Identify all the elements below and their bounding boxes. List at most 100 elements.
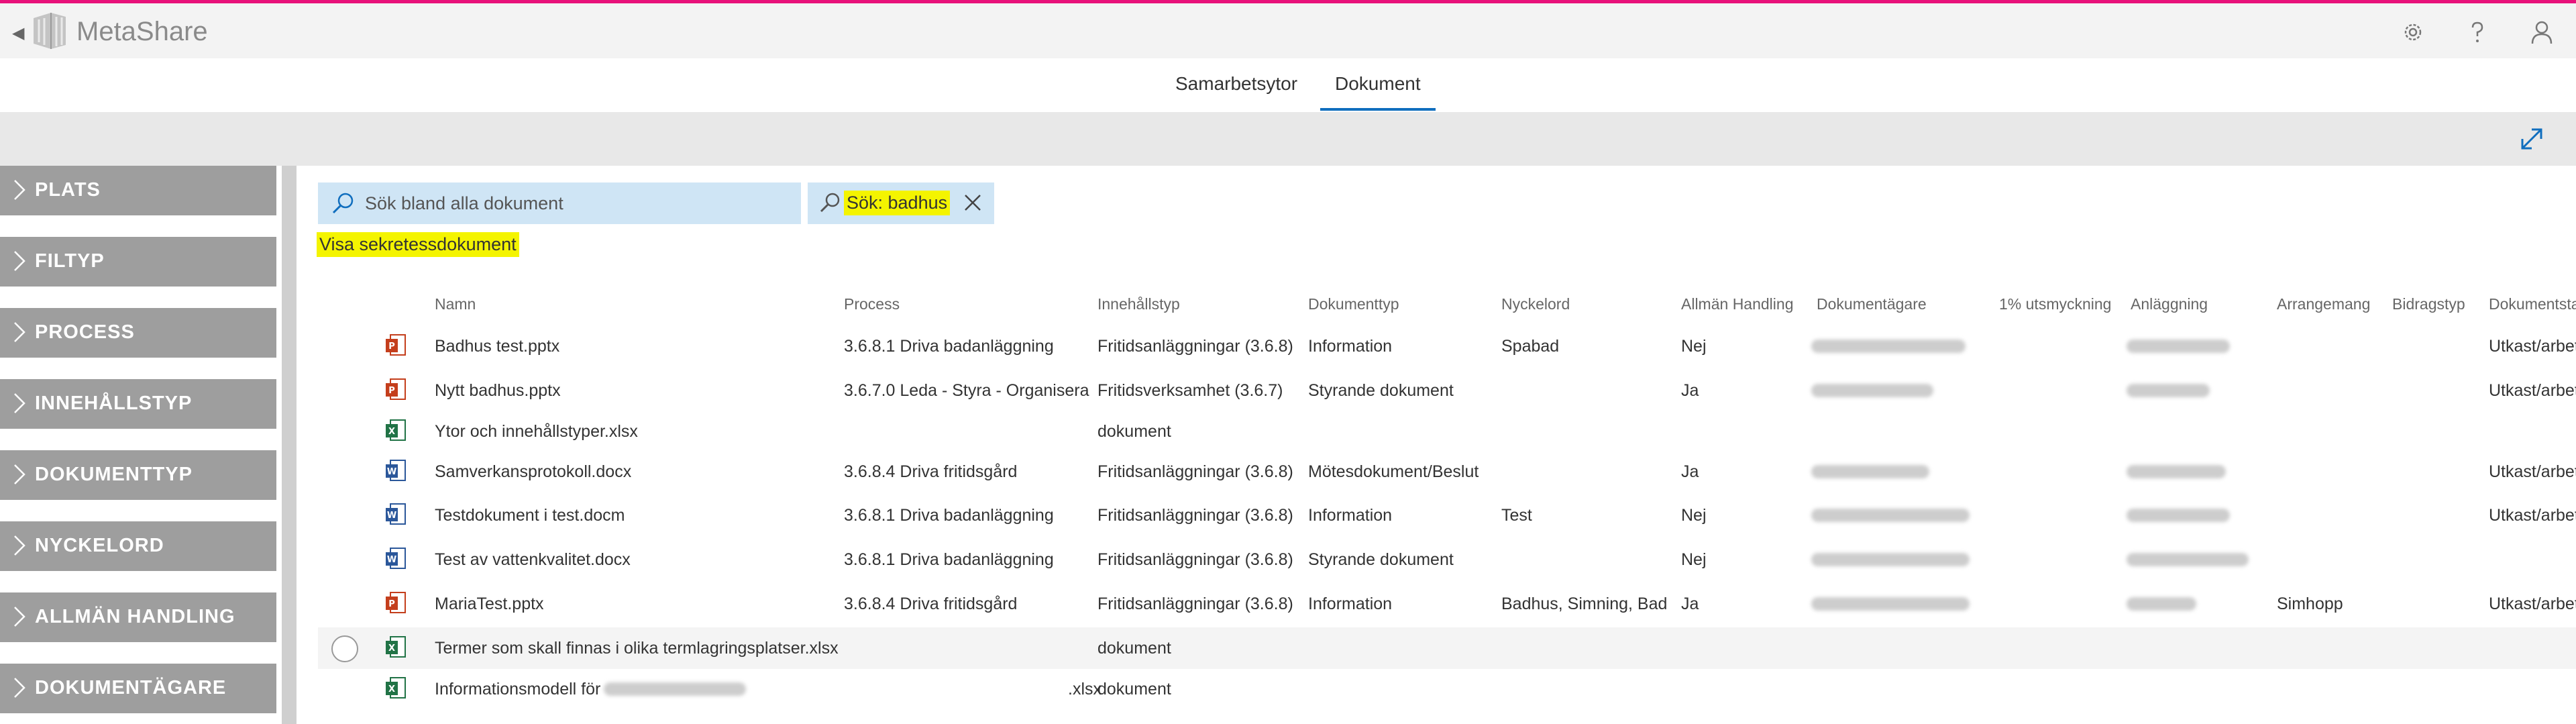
cell-name[interactable]: Nytt badhus.pptx: [435, 381, 561, 401]
toolbar-band: [0, 112, 2576, 166]
redacted-value: [2127, 465, 2226, 478]
column-header-namn[interactable]: Namn: [435, 295, 476, 313]
cell-innehallstyp: dokument: [1097, 680, 1171, 699]
svg-text:W: W: [387, 511, 396, 521]
search-placeholder: Sök bland alla dokument: [365, 193, 564, 213]
table-row[interactable]: P Badhus test.pptx 3.6.8.1 Driva badanlägg…: [318, 325, 2576, 367]
powerpoint-file-icon: P: [386, 592, 406, 613]
cell-innehallstyp: Fritidsanläggningar (3.6.8): [1097, 462, 1293, 481]
redacted-value: [1811, 553, 1970, 566]
redacted-value: [2127, 384, 2210, 397]
logo-icon: [34, 13, 66, 49]
sidebar-item-process[interactable]: PROCESS: [0, 308, 276, 358]
cell-dokumenttyp: Information: [1308, 506, 1393, 525]
redacted-value: [604, 682, 746, 696]
row-select-radio[interactable]: [331, 635, 358, 662]
table-row[interactable]: X Informationsmodell för dokument .xlsx: [318, 668, 2576, 710]
cell-name[interactable]: Ytor och innehållstyper.xlsx: [435, 422, 638, 442]
sidebar-item-label: NYCKELORD: [35, 535, 164, 556]
cell-innehallstyp: dokument: [1097, 422, 1171, 441]
cell-arrangemang: Simhopp: [2277, 594, 2343, 613]
cell-allman-handling: Ja: [1681, 594, 1699, 613]
expand-icon[interactable]: [2518, 125, 2545, 152]
table-row[interactable]: P Nytt badhus.pptx 3.6.7.0 Leda - Styra - …: [318, 370, 2576, 411]
column-header-nyckelord[interactable]: Nyckelord: [1501, 295, 1570, 313]
svg-text:P: P: [388, 342, 395, 352]
show-confidential-link[interactable]: Visa sekretessdokument: [317, 232, 519, 257]
cell-name[interactable]: MariaTest.pptx: [435, 594, 544, 614]
search-filter-chip[interactable]: Sök: badhus: [808, 183, 994, 224]
cell-dokumenttyp: Information: [1308, 337, 1393, 356]
sidebar-item-allman-handling[interactable]: ALLMÄN HANDLING: [0, 592, 276, 642]
excel-file-icon: X: [386, 636, 406, 658]
column-header-innehallstyp[interactable]: Innehållstyp: [1097, 295, 1180, 313]
cell-allman-handling: Nej: [1681, 337, 1707, 356]
sidebar-scrollbar[interactable]: [282, 166, 297, 724]
column-header-allman-handling[interactable]: Allmän Handling: [1681, 295, 1793, 313]
column-header-utsmyckning[interactable]: 1% utsmyckning: [1999, 295, 2111, 313]
column-header-dokumentstatus[interactable]: Dokumentsta: [2489, 295, 2576, 313]
cell-process: 3.6.8.1 Driva badanläggning: [844, 506, 1054, 525]
gear-icon[interactable]: [2400, 19, 2426, 45]
sidebar-item-label: ALLMÄN HANDLING: [35, 606, 235, 627]
cell-allman-handling: Ja: [1681, 381, 1699, 400]
cell-innehallstyp: Fritidsanläggningar (3.6.8): [1097, 506, 1293, 525]
cell-name[interactable]: Badhus test.pptx: [435, 337, 559, 356]
back-icon[interactable]: ◀: [12, 23, 24, 43]
sidebar-item-filtyp[interactable]: FILTYP: [0, 237, 276, 287]
chevron-right-icon: [14, 535, 25, 556]
table-row[interactable]: W Test av vattenkvalitet.docx 3.6.8.1 Driv…: [318, 539, 2576, 580]
search-chip-label: Sök: badhus: [844, 191, 951, 215]
sidebar-item-dokumentagare[interactable]: DOKUMENTÄGARE: [0, 664, 276, 713]
search-input[interactable]: Sök bland alla dokument: [318, 183, 801, 224]
column-header-dokumentagare[interactable]: Dokumentägare: [1817, 295, 1927, 313]
chevron-right-icon: [14, 180, 25, 200]
close-icon[interactable]: [961, 191, 985, 215]
cell-name[interactable]: Samverkansprotokoll.docx: [435, 462, 631, 482]
cell-dokumenttyp: Information: [1308, 594, 1393, 613]
cell-dokumentstatus: Utkast/arbet: [2489, 462, 2576, 481]
sidebar-item-innehallstyp[interactable]: INNEHÅLLSTYP: [0, 379, 276, 429]
chevron-right-icon: [14, 393, 25, 413]
column-header-bidragstyp[interactable]: Bidragstyp: [2392, 295, 2465, 313]
table-row[interactable]: W Testdokument i test.docm 3.6.8.1 Driva b…: [318, 495, 2576, 536]
sidebar-item-label: DOKUMENTÄGARE: [35, 677, 227, 699]
sidebar-item-label: DOKUMENTTYP: [35, 464, 193, 485]
chevron-right-icon: [14, 464, 25, 484]
sidebar-item-label: INNEHÅLLSTYP: [35, 393, 193, 414]
active-tab-underline: [1320, 108, 1436, 111]
sidebar-item-plats[interactable]: PLATS: [0, 166, 276, 215]
chevron-right-icon: [14, 607, 25, 627]
column-header-process[interactable]: Process: [844, 295, 900, 313]
user-icon[interactable]: [2529, 19, 2555, 45]
sidebar-item-dokumenttyp[interactable]: DOKUMENTTYP: [0, 450, 276, 500]
column-header-arrangemang[interactable]: Arrangemang: [2277, 295, 2370, 313]
table-row[interactable]: W Samverkansprotokoll.docx 3.6.8.4 Driva f…: [318, 451, 2576, 493]
column-header-dokumenttyp[interactable]: Dokumenttyp: [1308, 295, 1399, 313]
cell-name[interactable]: Termer som skall finnas i olika termlagr…: [435, 639, 839, 658]
cell-name[interactable]: Test av vattenkvalitet.docx: [435, 550, 631, 570]
cell-dokumenttyp: Styrande dokument: [1308, 550, 1454, 569]
table-row[interactable]: X Termer som skall finnas i olika termlag…: [318, 627, 2576, 669]
svg-text:P: P: [388, 599, 395, 609]
excel-file-icon: X: [386, 419, 406, 441]
tab-samarbetsytor[interactable]: Samarbetsytor: [1175, 73, 1297, 95]
tab-dokument[interactable]: Dokument: [1335, 73, 1421, 95]
app-title: MetaShare: [76, 17, 208, 46]
column-header-anlaggning[interactable]: Anläggning: [2131, 295, 2208, 313]
excel-file-icon: X: [386, 677, 406, 699]
redacted-value: [1811, 340, 1966, 353]
sidebar-item-nyckelord[interactable]: NYCKELORD: [0, 521, 276, 571]
cell-allman-handling: Nej: [1681, 550, 1707, 569]
cell-dokumentstatus: Utkast/arbet: [2489, 594, 2576, 613]
question-icon[interactable]: [2465, 19, 2490, 45]
table-row[interactable]: P MariaTest.pptx 3.6.8.4 Driva fritidsgård…: [318, 583, 2576, 625]
cell-innehallstyp: Fritidsverksamhet (3.6.7): [1097, 381, 1283, 400]
cell-name[interactable]: Informationsmodell för: [435, 680, 600, 699]
chevron-right-icon: [14, 678, 25, 698]
cell-name[interactable]: Testdokument i test.docm: [435, 506, 625, 525]
table-row[interactable]: X Ytor och innehållstyper.xlsx dokument: [318, 411, 2576, 452]
svg-text:W: W: [387, 467, 396, 477]
cell-process: 3.6.8.4 Driva fritidsgård: [844, 594, 1018, 613]
cell-nyckelord: Test: [1501, 506, 1532, 525]
